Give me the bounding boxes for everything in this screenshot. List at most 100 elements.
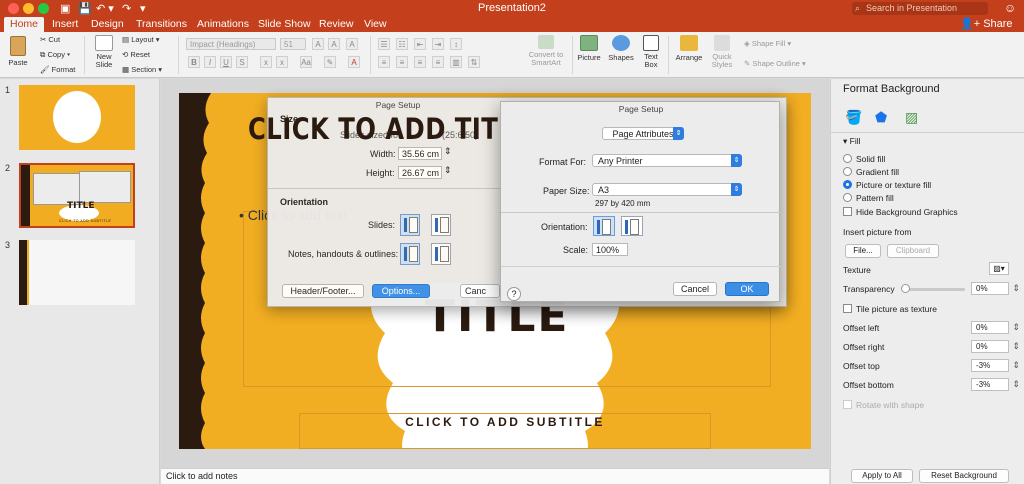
header-footer-button[interactable]: Header/Footer... — [282, 284, 364, 298]
align-right-icon[interactable]: ≡ — [414, 56, 426, 68]
shape-fill-button[interactable]: ◈ Shape Fill ▾ — [744, 39, 791, 48]
tab-home[interactable]: Home — [4, 17, 45, 32]
transparency-slider[interactable] — [903, 288, 965, 291]
offset-top-input[interactable]: -3% — [971, 359, 1020, 372]
offset-left-input[interactable]: 0% — [971, 321, 1020, 334]
line-spacing-icon[interactable]: ↕ — [450, 38, 462, 50]
feedback-icon[interactable]: ☺ — [1004, 1, 1016, 15]
transparency-slider-thumb[interactable] — [901, 284, 910, 293]
superscript-icon[interactable]: x — [260, 56, 272, 68]
convert-smartart-button[interactable]: Convert to SmartArt — [524, 35, 568, 67]
font-name-select[interactable]: Impact (Headings) — [186, 38, 276, 50]
pattern-fill-radio[interactable]: Pattern fill — [843, 193, 894, 203]
tab-design[interactable]: Design — [85, 17, 130, 32]
subtitle-placeholder[interactable]: CLICK TO ADD SUBTITLE — [299, 415, 711, 429]
fill-section-header[interactable]: ▾ Fill — [843, 136, 861, 147]
bullets-icon[interactable]: ☰ — [378, 38, 390, 50]
shapes-button[interactable]: Shapes — [607, 35, 635, 62]
cancel-button[interactable]: Cancel — [673, 282, 717, 296]
bold-icon[interactable]: B — [188, 56, 200, 68]
slide-thumbnail-1[interactable] — [19, 85, 135, 150]
copy-button[interactable]: ⧉ Copy ▾ — [40, 50, 70, 60]
tab-animations[interactable]: Animations — [191, 17, 255, 32]
slides-landscape-option[interactable] — [431, 214, 451, 236]
effects-tab-icon[interactable]: ⬟ — [875, 109, 887, 126]
format-for-select[interactable]: Any Printer ⇕ — [592, 154, 742, 167]
apply-to-all-button[interactable]: Apply to All — [851, 469, 913, 483]
landscape-orientation-option[interactable] — [621, 216, 643, 236]
strikethrough-icon[interactable]: S — [236, 56, 248, 68]
font-size-select[interactable]: 51 — [280, 38, 306, 50]
align-left-icon[interactable]: ≡ — [378, 56, 390, 68]
tab-review[interactable]: Review — [313, 17, 359, 32]
ok-button[interactable]: OK — [725, 282, 769, 296]
portrait-orientation-option[interactable] — [593, 216, 615, 236]
share-button[interactable]: 👤+ Share — [960, 17, 1013, 32]
tab-view[interactable]: View — [358, 17, 393, 32]
format-painter-button[interactable]: 🖌 Format — [40, 65, 75, 74]
tab-slide-show[interactable]: Slide Show — [252, 17, 317, 32]
solid-fill-radio[interactable]: Solid fill — [843, 154, 885, 164]
subscript-icon[interactable]: x — [276, 56, 288, 68]
text-box-button[interactable]: Text Box — [640, 35, 662, 69]
layout-button[interactable]: ▤ Layout ▾ — [122, 35, 160, 44]
offset-right-input[interactable]: 0% — [971, 340, 1020, 353]
help-icon[interactable]: ? — [507, 287, 521, 301]
gradient-fill-radio[interactable]: Gradient fill — [843, 167, 899, 177]
options-button[interactable]: Options... — [372, 284, 430, 298]
clipboard-button[interactable]: Clipboard — [887, 244, 939, 258]
slide-thumbnails-panel[interactable]: 1 2 TITLE CLICK TO ADD SUBTITLE 3 — [0, 79, 160, 484]
decrease-font-icon[interactable]: A — [328, 38, 340, 50]
decrease-indent-icon[interactable]: ⇤ — [414, 38, 426, 50]
notes-portrait-option[interactable] — [400, 243, 420, 265]
new-slide-button[interactable]: New Slide — [92, 35, 116, 69]
font-color-icon[interactable]: A — [348, 56, 360, 68]
reset-background-button[interactable]: Reset Background — [919, 469, 1009, 483]
paste-button[interactable]: Paste — [4, 36, 32, 67]
transparency-input[interactable]: 0% — [971, 282, 1020, 295]
page-attributes-select[interactable]: Page Attributes ⇕ — [602, 127, 684, 140]
notes-pane[interactable]: Click to add notes — [161, 468, 829, 484]
search-input[interactable]: ⌕ Search in Presentation — [852, 2, 988, 15]
cut-button[interactable]: ✂ Cut — [40, 35, 60, 44]
width-stepper-icon[interactable]: ⇕ — [444, 146, 452, 157]
increase-font-icon[interactable]: A — [312, 38, 324, 50]
align-center-icon[interactable]: ≡ — [396, 56, 408, 68]
slides-portrait-option[interactable] — [400, 214, 420, 236]
tab-transitions[interactable]: Transitions — [130, 17, 193, 32]
slide-thumbnail-2[interactable]: TITLE CLICK TO ADD SUBTITLE — [19, 163, 135, 228]
file-button[interactable]: File... — [845, 244, 881, 258]
arrange-button[interactable]: Arrange — [674, 35, 704, 62]
quick-styles-button[interactable]: Quick Styles — [708, 35, 736, 69]
height-stepper-icon[interactable]: ⇕ — [444, 165, 452, 176]
scale-input[interactable]: 100% — [592, 243, 628, 256]
tab-insert[interactable]: Insert — [46, 17, 84, 32]
title-placeholder[interactable]: CLICK TO ADD TITLE — [248, 112, 531, 146]
italic-icon[interactable]: I — [204, 56, 216, 68]
notes-landscape-option[interactable] — [431, 243, 451, 265]
tile-picture-checkbox[interactable]: Tile picture as texture — [843, 304, 937, 314]
width-input[interactable]: 35.56 cm — [398, 147, 442, 160]
fill-tab-icon[interactable]: 🪣 — [845, 109, 862, 126]
slide-thumbnail-3[interactable] — [19, 240, 135, 305]
height-input[interactable]: 26.67 cm — [398, 166, 442, 179]
hide-background-checkbox[interactable]: Hide Background Graphics — [843, 207, 958, 217]
picture-tab-icon[interactable]: ▨ — [905, 109, 918, 126]
highlight-icon[interactable]: ✎ — [324, 56, 336, 68]
shape-outline-button[interactable]: ✎ Shape Outline ▾ — [744, 59, 806, 68]
columns-icon[interactable]: ▥ — [450, 56, 462, 68]
text-direction-icon[interactable]: ⇅ — [468, 56, 480, 68]
paper-size-select[interactable]: A3 ⇕ — [592, 183, 742, 196]
underline-icon[interactable]: U — [220, 56, 232, 68]
section-button[interactable]: ▦ Section ▾ — [122, 65, 162, 74]
numbering-icon[interactable]: ☷ — [396, 38, 408, 50]
rotate-with-shape-checkbox[interactable]: Rotate with shape — [843, 400, 924, 410]
cancel-button-back[interactable]: Canc — [460, 284, 500, 298]
picture-button[interactable]: Picture — [576, 35, 602, 62]
picture-texture-fill-radio[interactable]: Picture or texture fill — [843, 180, 931, 190]
reset-button[interactable]: ⟲ Reset — [122, 50, 150, 59]
increase-indent-icon[interactable]: ⇥ — [432, 38, 444, 50]
justify-icon[interactable]: ≡ — [432, 56, 444, 68]
clear-format-icon[interactable]: A — [346, 38, 358, 50]
offset-bottom-input[interactable]: -3% — [971, 378, 1020, 391]
